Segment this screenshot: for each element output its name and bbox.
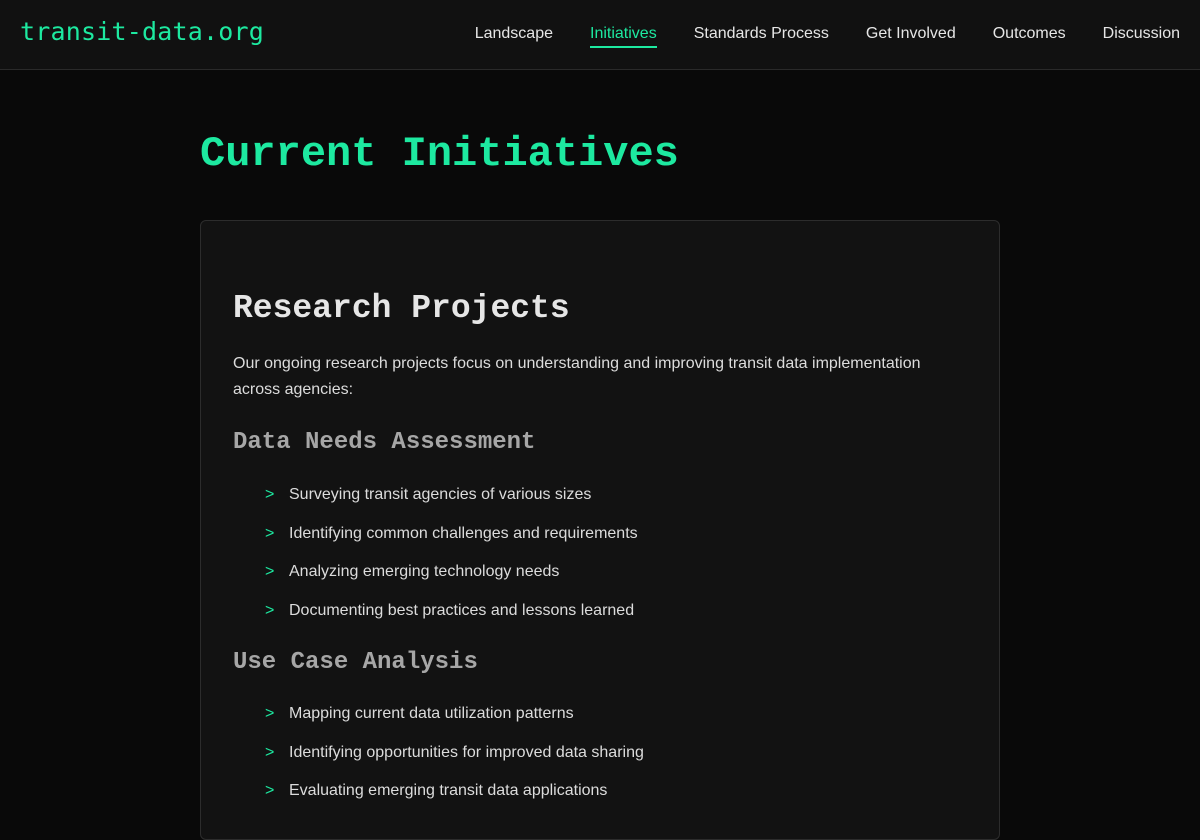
bullet-arrow-icon: > (265, 601, 275, 619)
list-item-text: Analyzing emerging technology needs (289, 563, 560, 580)
nav-link-standards-process[interactable]: Standards Process (694, 24, 829, 48)
nav-link-initiatives[interactable]: Initiatives (590, 24, 657, 48)
list-item: > Evaluating emerging transit data applic… (233, 781, 644, 820)
bullet-arrow-icon: > (265, 743, 275, 761)
main-nav: Landscape Initiatives Standards Process … (475, 24, 1180, 48)
page-title: Current Initiatives (200, 130, 679, 178)
top-navigation-bar: transit-data.org Landscape Initiatives S… (0, 0, 1200, 70)
bullet-arrow-icon: > (265, 524, 275, 542)
site-logo-link[interactable]: transit-data.org (20, 17, 264, 46)
data-needs-list: > Surveying transit agencies of various s… (233, 485, 638, 639)
card-intro-text: Our ongoing research projects focus on u… (233, 355, 921, 398)
section-heading-use-case: Use Case Analysis (233, 649, 478, 676)
nav-link-outcomes[interactable]: Outcomes (993, 24, 1066, 48)
list-item: > Documenting best practices and lessons … (233, 601, 638, 640)
use-case-list: > Mapping current data utilization patter… (233, 704, 644, 820)
bullet-arrow-icon: > (265, 563, 275, 580)
nav-link-get-involved[interactable]: Get Involved (866, 24, 956, 48)
research-projects-card: Research Projects Our ongoing research p… (200, 220, 1000, 840)
list-item: > Identifying opportunities for improved … (233, 743, 644, 782)
list-item: > Mapping current data utilization patter… (233, 704, 644, 743)
card-heading: Research Projects (233, 290, 570, 327)
list-item-text: Evaluating emerging transit data applica… (289, 782, 608, 799)
bullet-arrow-icon: > (265, 486, 275, 503)
list-item-text: Documenting best practices and lessons l… (289, 601, 635, 619)
list-item-text: Identifying common challenges and requir… (289, 524, 638, 542)
nav-link-discussion[interactable]: Discussion (1103, 24, 1180, 48)
nav-link-landscape[interactable]: Landscape (475, 24, 553, 48)
list-item-text: Identifying opportunities for improved d… (289, 743, 644, 761)
list-item-text: Mapping current data utilization pattern… (289, 705, 574, 722)
section-heading-data-needs: Data Needs Assessment (233, 429, 536, 456)
list-item: > Surveying transit agencies of various s… (233, 485, 638, 524)
list-item-text: Surveying transit agencies of various si… (289, 486, 592, 503)
bullet-arrow-icon: > (265, 705, 275, 722)
list-item: > Identifying common challenges and requi… (233, 524, 638, 563)
bullet-arrow-icon: > (265, 782, 275, 799)
list-item: > Analyzing emerging technology needs (233, 562, 638, 601)
